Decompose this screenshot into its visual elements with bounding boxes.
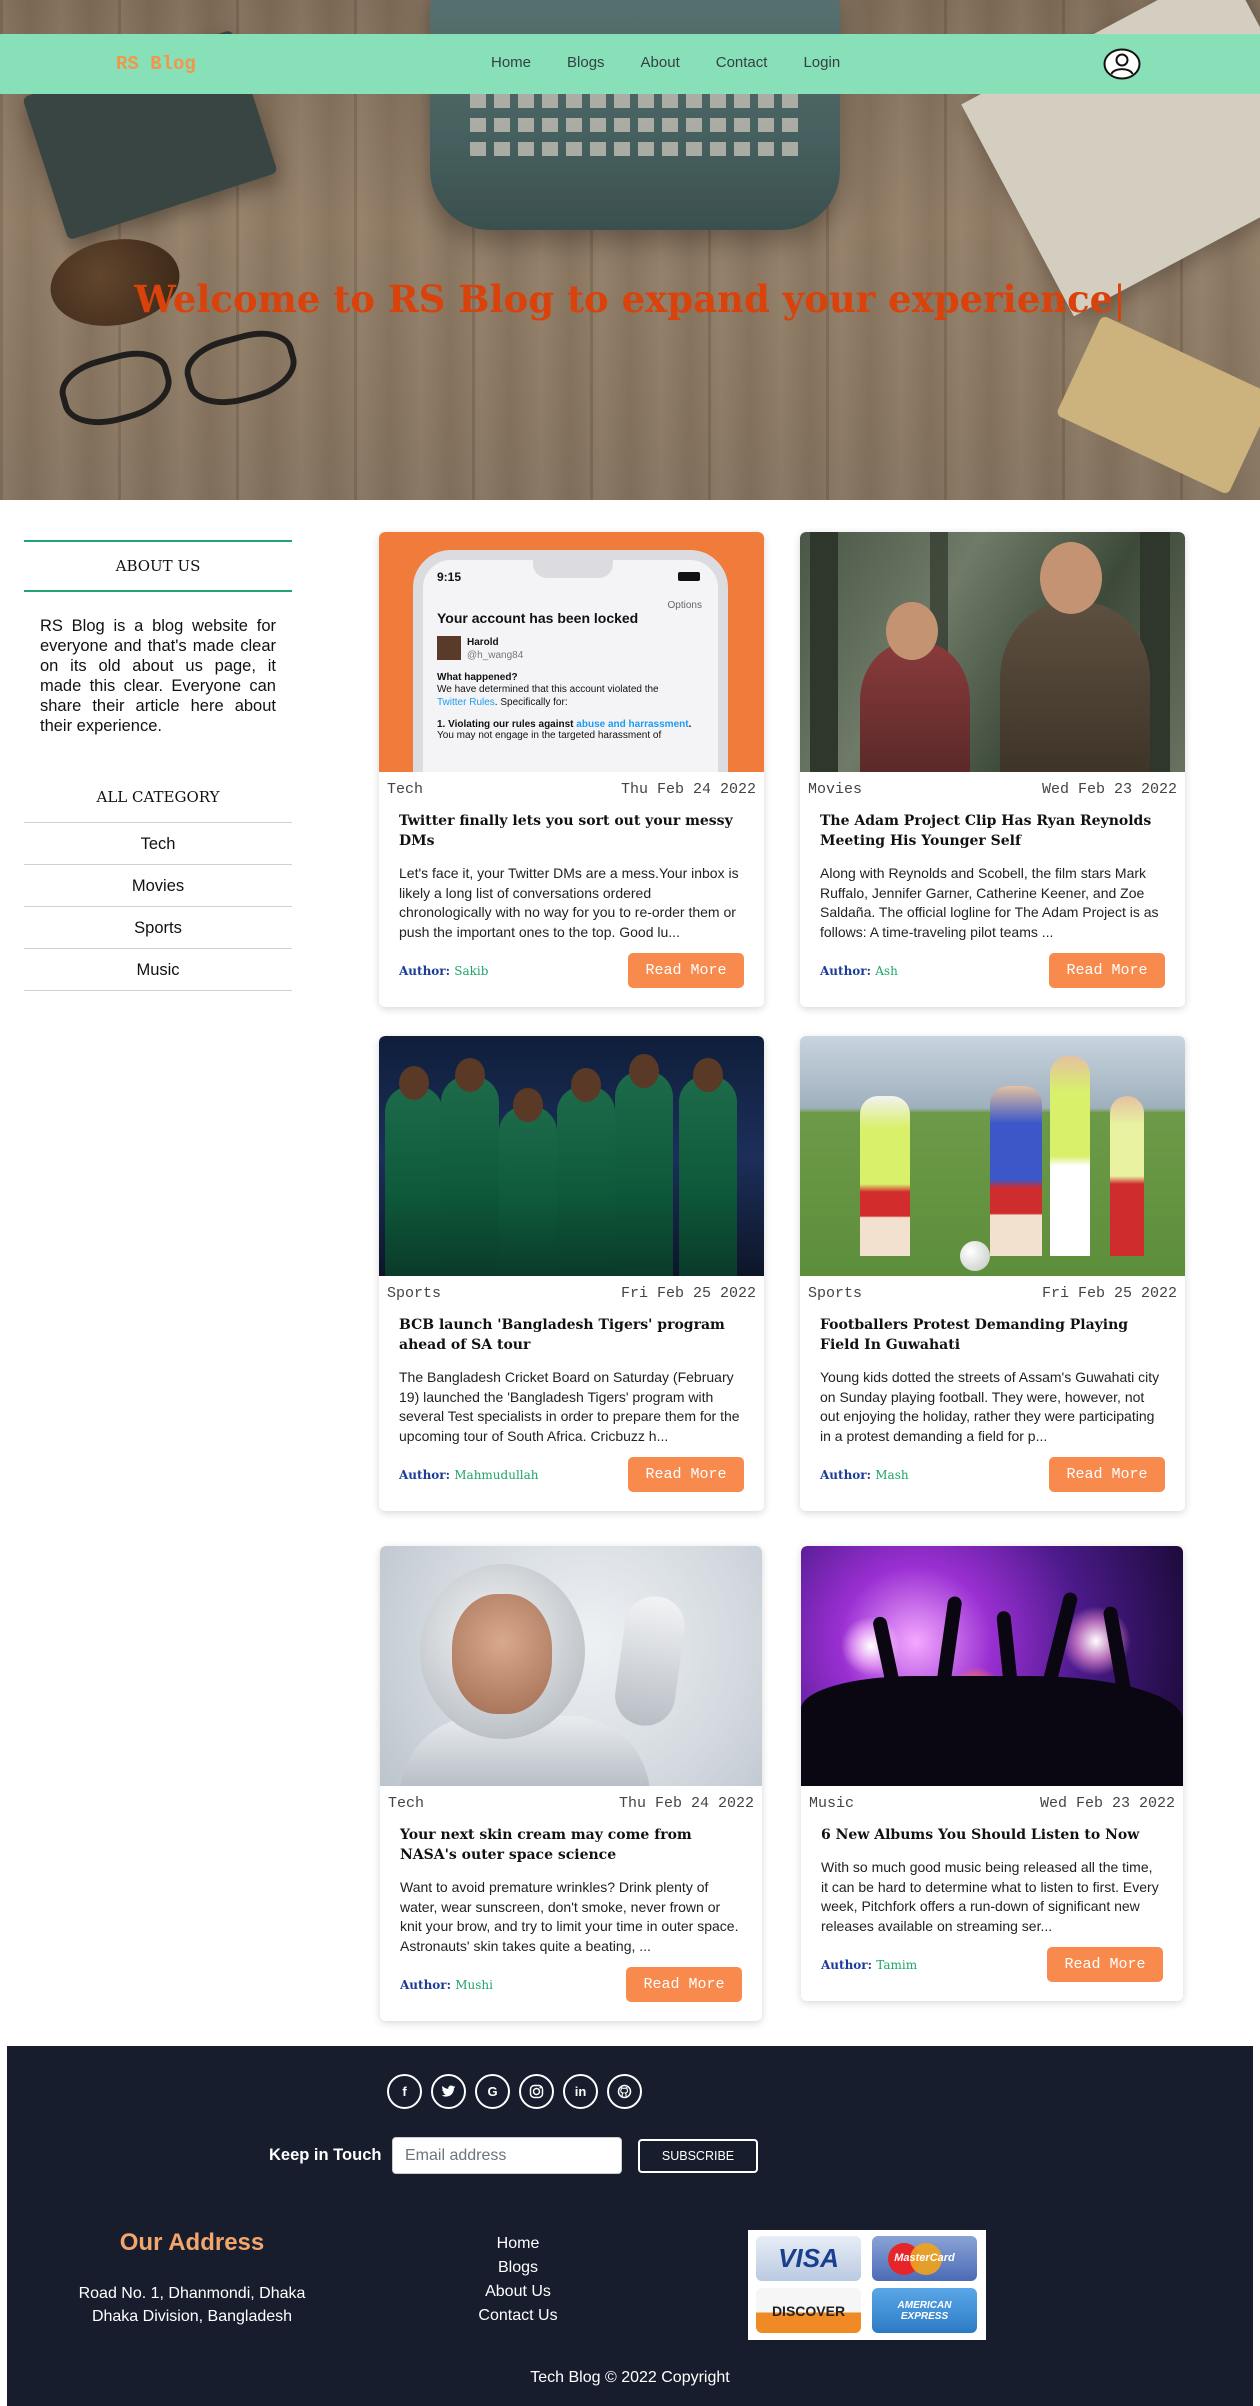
- post-image[interactable]: 9:15 Options Your account has been locke…: [379, 532, 764, 772]
- post-category: Tech: [388, 1795, 425, 1812]
- instagram-icon[interactable]: [519, 2074, 554, 2109]
- post-author: Author: Mash: [820, 1467, 909, 1482]
- post-card: Sports Fri Feb 25 2022 BCB launch 'Bangl…: [379, 1036, 764, 1511]
- nav-links: Home Blogs About Contact Login: [491, 54, 876, 71]
- nav-contact[interactable]: Contact: [716, 54, 768, 71]
- post-card: 9:15 Options Your account has been locke…: [379, 532, 764, 1007]
- address-heading: Our Address: [119, 2229, 265, 2256]
- google-icon[interactable]: G: [475, 2074, 510, 2109]
- footer-link-blogs[interactable]: Blogs: [405, 2256, 631, 2280]
- nav-about[interactable]: About: [641, 54, 680, 71]
- about-text: RS Blog is a blog website for everyone a…: [40, 617, 276, 735]
- read-more-button[interactable]: Read More: [1049, 1457, 1165, 1492]
- post-category: Music: [809, 1795, 855, 1812]
- facebook-icon[interactable]: f: [387, 2074, 422, 2109]
- linkedin-icon[interactable]: in: [563, 2074, 598, 2109]
- read-more-button[interactable]: Read More: [1049, 953, 1165, 988]
- address-line-1: Road No. 1, Dhanmondi, Dhaka: [78, 2285, 306, 2302]
- nav-blogs[interactable]: Blogs: [567, 54, 605, 71]
- post-excerpt: With so much good music being released a…: [821, 1859, 1159, 1934]
- post-excerpt: Want to avoid premature wrinkles? Drink …: [400, 1879, 739, 1954]
- post-date: Thu Feb 24 2022: [620, 781, 756, 798]
- category-item-movies[interactable]: Movies: [24, 865, 292, 907]
- read-more-button[interactable]: Read More: [626, 1967, 742, 2002]
- category-list: Tech Movies Sports Music: [24, 822, 292, 991]
- read-more-button[interactable]: Read More: [628, 953, 744, 988]
- mastercard-icon: MasterCard: [872, 2236, 977, 2281]
- post-date: Fri Feb 25 2022: [620, 1285, 756, 1302]
- post-card: Music Wed Feb 23 2022 6 New Albums You S…: [801, 1546, 1183, 2001]
- post-title[interactable]: Your next skin cream may come from NASA'…: [380, 1813, 762, 1865]
- footer-links: Home Blogs About Us Contact Us: [405, 2232, 631, 2328]
- post-image[interactable]: [801, 1546, 1183, 1786]
- post-title[interactable]: Twitter finally lets you sort out your m…: [379, 799, 764, 851]
- post-date: Wed Feb 23 2022: [1039, 1795, 1175, 1812]
- post-image[interactable]: [800, 1036, 1185, 1276]
- post-title[interactable]: Footballers Protest Demanding Playing Fi…: [800, 1303, 1185, 1355]
- post-meta: Music Wed Feb 23 2022: [801, 1786, 1183, 1813]
- user-circle-icon[interactable]: [1103, 48, 1141, 80]
- footer: f G in Keep in Touch Email address SUBSC…: [7, 2046, 1253, 2406]
- post-meta: Sports Fri Feb 25 2022: [379, 1276, 764, 1303]
- post-card: Tech Thu Feb 24 2022 Your next skin crea…: [380, 1546, 762, 2021]
- github-icon[interactable]: [607, 2074, 642, 2109]
- post-excerpt: Along with Reynolds and Scobell, the fil…: [820, 865, 1159, 940]
- post-meta: Sports Fri Feb 25 2022: [800, 1276, 1185, 1303]
- post-image[interactable]: [800, 532, 1185, 772]
- post-excerpt: Let's face it, your Twitter DMs are a me…: [399, 865, 739, 940]
- post-date: Fri Feb 25 2022: [1041, 1285, 1177, 1302]
- post-meta: Tech Thu Feb 24 2022: [379, 772, 764, 799]
- post-category: Tech: [387, 781, 424, 798]
- post-card: Movies Wed Feb 23 2022 The Adam Project …: [800, 532, 1185, 1007]
- discover-card-icon: DISCOVER: [756, 2288, 861, 2333]
- twitter-icon[interactable]: [431, 2074, 466, 2109]
- post-excerpt: The Bangladesh Cricket Board on Saturday…: [399, 1369, 740, 1444]
- post-author: Author: Tamim: [821, 1957, 918, 1972]
- footer-link-contact-us[interactable]: Contact Us: [405, 2304, 631, 2328]
- hero-title: Welcome to RS Blog to expand your experi…: [134, 277, 1126, 321]
- post-title[interactable]: 6 New Albums You Should Listen to Now: [801, 1813, 1183, 1845]
- post-author: Author: Mahmudullah: [399, 1467, 539, 1482]
- category-item-tech[interactable]: Tech: [24, 823, 292, 865]
- post-category: Sports: [808, 1285, 863, 1302]
- post-meta: Movies Wed Feb 23 2022: [800, 772, 1185, 799]
- post-title[interactable]: The Adam Project Clip Has Ryan Reynolds …: [800, 799, 1185, 851]
- typing-caret: |: [1113, 278, 1126, 321]
- keep-in-touch-label: Keep in Touch: [269, 2146, 382, 2164]
- post-author: Author: Mushi: [400, 1977, 493, 1992]
- post-image[interactable]: [380, 1546, 762, 1786]
- about-heading: ABOUT US: [24, 540, 292, 592]
- read-more-button[interactable]: Read More: [628, 1457, 744, 1492]
- email-input[interactable]: Email address: [392, 2137, 622, 2174]
- social-links: f G in: [387, 2074, 642, 2109]
- post-date: Thu Feb 24 2022: [618, 1795, 754, 1812]
- nav-login[interactable]: Login: [803, 54, 840, 71]
- post-card: Sports Fri Feb 25 2022 Footballers Prote…: [800, 1036, 1185, 1511]
- navbar: RS Blog Home Blogs About Contact Login: [0, 34, 1260, 94]
- address-line-2: Dhaka Division, Bangladesh: [91, 2308, 293, 2325]
- post-title[interactable]: BCB launch 'Bangladesh Tigers' program a…: [379, 1303, 764, 1355]
- category-item-music[interactable]: Music: [24, 949, 292, 991]
- american-express-card-icon: AMERICAN EXPRESS: [872, 2288, 977, 2333]
- nav-home[interactable]: Home: [491, 54, 531, 71]
- subscribe-button[interactable]: SUBSCRIBE: [638, 2139, 758, 2173]
- post-date: Wed Feb 23 2022: [1041, 781, 1177, 798]
- post-category: Sports: [387, 1285, 442, 1302]
- post-image[interactable]: [379, 1036, 764, 1276]
- read-more-button[interactable]: Read More: [1047, 1947, 1163, 1982]
- post-category: Movies: [808, 781, 863, 798]
- visa-card-icon: VISA: [756, 2236, 861, 2281]
- copyright-text: Tech Blog © 2022 Copyright: [530, 2369, 730, 2386]
- category-item-sports[interactable]: Sports: [24, 907, 292, 949]
- brand-logo[interactable]: RS Blog: [116, 53, 196, 75]
- post-meta: Tech Thu Feb 24 2022: [380, 1786, 762, 1813]
- post-author: Author: Ash: [820, 963, 898, 978]
- sidebar: ABOUT US RS Blog is a blog website for e…: [24, 540, 292, 991]
- payment-methods-image: VISA MasterCard DISCOVER AMERICAN EXPRES…: [748, 2230, 986, 2340]
- footer-link-about-us[interactable]: About Us: [405, 2280, 631, 2304]
- post-excerpt: Young kids dotted the streets of Assam's…: [820, 1369, 1160, 1444]
- post-author: Author: Sakib: [399, 963, 489, 978]
- category-heading: ALL CATEGORY: [96, 788, 220, 806]
- footer-link-home[interactable]: Home: [405, 2232, 631, 2256]
